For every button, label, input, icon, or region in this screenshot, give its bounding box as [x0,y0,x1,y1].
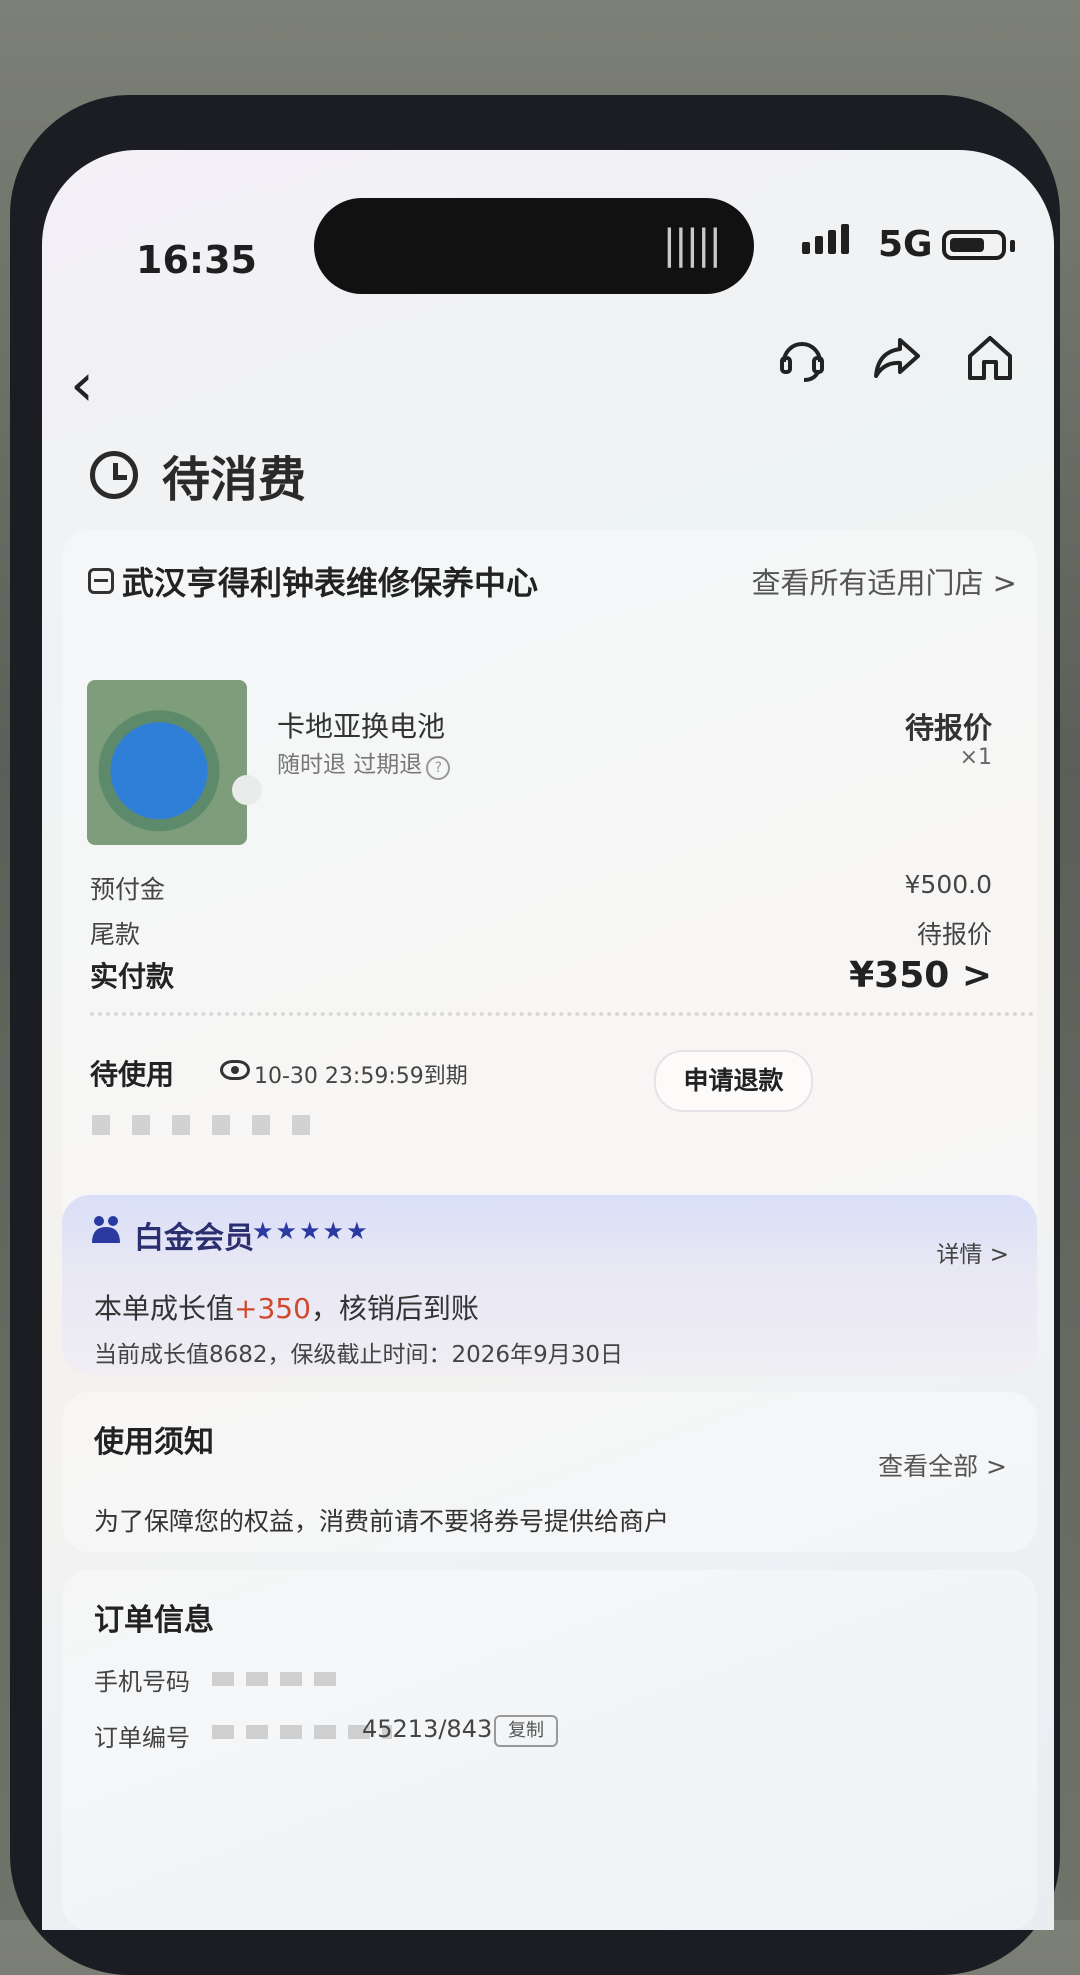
notice-view-all-link[interactable]: 查看全部 > [878,1447,1007,1483]
notice-card: 使用须知 查看全部 > 为了保障您的权益，消费前请不要将券号提供给商户 [62,1392,1037,1552]
top-action-icons [774,330,1018,386]
home-icon[interactable] [962,330,1018,386]
product-image[interactable] [87,680,247,845]
product-price-status: 待报价 [904,711,992,745]
all-stores-link[interactable]: 查看所有适用门店 > [751,560,1017,602]
order-info-card: 订单信息 手机号码 订单编号 45213/843 复制 [62,1570,1037,1930]
member-title: 白金会员 [134,1221,254,1256]
notice-text: 为了保障您的权益，消费前请不要将券号提供给商户 [94,1507,670,1536]
voucher-code-masked [92,1115,332,1135]
question-icon[interactable]: ? [426,756,451,780]
network-type: 5G [878,224,933,265]
product-image-accent [232,775,262,805]
store-icon [88,568,114,594]
paid-row[interactable]: 实付款 ¥350 > [90,955,992,996]
order-phone-label: 手机号码 [94,1668,190,1696]
refund-button[interactable]: 申请退款 [654,1050,813,1112]
voucher-status: 待使用 [90,1058,175,1091]
balance-row: 尾款 待报价 [90,915,992,951]
store-name-text: 武汉亨得利钟表维修保养中心 [122,564,539,602]
store-row[interactable]: 武汉亨得利钟表维修保养中心 查看所有适用门店 > [88,558,1017,604]
eye-icon[interactable] [220,1060,250,1080]
notice-title: 使用须知 [94,1425,214,1460]
order-number-tail: 45213/843 [362,1715,493,1743]
product-quantity: ×1 [959,745,992,770]
product-tags: 随时退 过期退? [277,745,451,780]
member-detail-link[interactable]: 详情 > [936,1235,1009,1269]
status-time: 16:35 [136,238,257,282]
balance-label: 尾款 [90,920,141,949]
order-info-title: 订单信息 [94,1603,214,1638]
deposit-label: 预付金 [90,875,166,904]
store-name: 武汉亨得利钟表维修保养中心 [88,558,538,604]
growth-value: +350 [234,1292,311,1325]
customer-service-icon[interactable] [774,330,830,386]
page-title-row: 待消费 [90,440,306,510]
phone-masked [212,1672,342,1686]
divider [90,1012,1034,1016]
balance-value: 待报价 [916,920,992,949]
product-tags-text: 随时退 过期退 [277,752,423,778]
app-screen: 16:35 ||||| 5G ‹ 待消费 武汉亨得利钟表维修保养中心 查看所有适… [42,150,1054,1930]
paid-label: 实付款 [90,960,175,993]
page-title: 待消费 [162,452,307,508]
member-stars: ★★★★★ [252,1217,370,1245]
paid-value[interactable]: ¥350 > [849,955,992,996]
growth-subtext: 当前成长值8682，保级截止时间：2026年9月30日 [94,1342,623,1368]
member-icon [88,1213,124,1249]
growth-prefix: 本单成长值 [94,1292,235,1325]
signal-icon [802,224,849,254]
growth-line: 本单成长值+350，核销后到账 [94,1287,479,1327]
clock-icon [90,451,138,499]
battery-tip [1010,240,1015,252]
deposit-row: 预付金 ¥500.0 [90,870,992,906]
order-number-label: 订单编号 [94,1724,190,1752]
audio-wave-icon: ||||| [662,222,722,268]
share-icon[interactable] [868,330,924,386]
voucher-expire: 10-30 23:59:59到期 [254,1064,468,1089]
battery-icon [942,230,1006,260]
member-card[interactable]: 白金会员 ★★★★★ 详情 > 本单成长值+350，核销后到账 当前成长值868… [62,1195,1037,1375]
copy-button[interactable]: 复制 [494,1715,558,1747]
growth-suffix: ，核销后到账 [310,1292,479,1325]
island-avatar [336,214,396,278]
product-name[interactable]: 卡地亚换电池 [277,705,445,745]
dynamic-island: ||||| [314,198,754,294]
deposit-value: ¥500.0 [904,870,992,899]
back-icon[interactable]: ‹ [70,350,94,420]
